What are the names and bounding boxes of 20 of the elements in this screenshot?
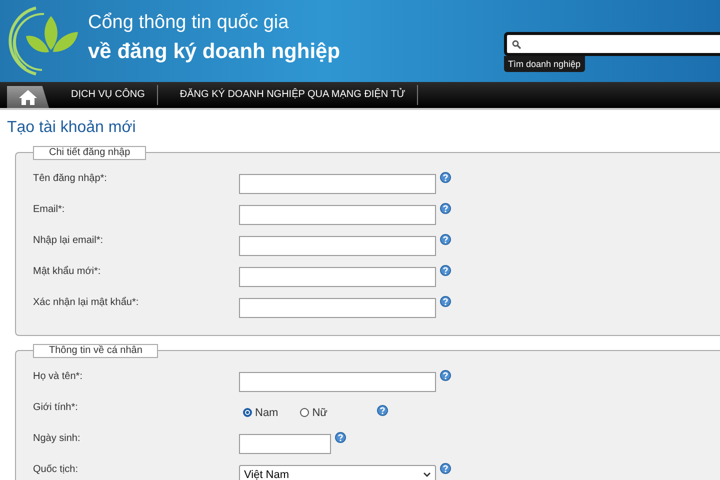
page-title: Tạo tài khoản mới xyxy=(6,118,137,138)
radio-option[interactable]: Nam xyxy=(243,406,278,418)
field-label: Xác nhận lại mật khẩu*: xyxy=(32,296,140,308)
field-label: Ngày sinh: xyxy=(32,432,82,444)
field-label: Mật khẩu mới*: xyxy=(32,264,102,277)
radio-option[interactable]: Nữ xyxy=(300,406,328,418)
site-title: về đăng ký doanh nghiệp xyxy=(88,40,340,64)
field-label: Nhập lại email*: xyxy=(32,234,104,246)
search-caption: Tìm doanh nghiệp xyxy=(504,56,585,72)
section-legend: Thông tin về cá nhân xyxy=(33,344,158,358)
site-title: Cổng thông tin quốc gia xyxy=(88,12,290,34)
field-label: Họ và tên*: xyxy=(32,370,84,382)
field-label: Tên đăng nhập*: xyxy=(32,172,108,184)
nav-link[interactable]: ĐĂNG KÝ DOANH NGHIỆP QUA MẠNG ĐIỆN TỬ xyxy=(166,85,418,105)
section-legend: Chi tiết đăng nhập xyxy=(33,146,146,160)
field-label: Quốc tịch: xyxy=(32,463,80,475)
field-label: Email*: xyxy=(32,203,66,215)
field-label: Giới tính*: xyxy=(32,401,79,413)
country-dropdown[interactable]: Việt Nam xyxy=(239,464,436,480)
nav-link[interactable]: DỊCH VỤ CÔNG xyxy=(57,85,158,105)
